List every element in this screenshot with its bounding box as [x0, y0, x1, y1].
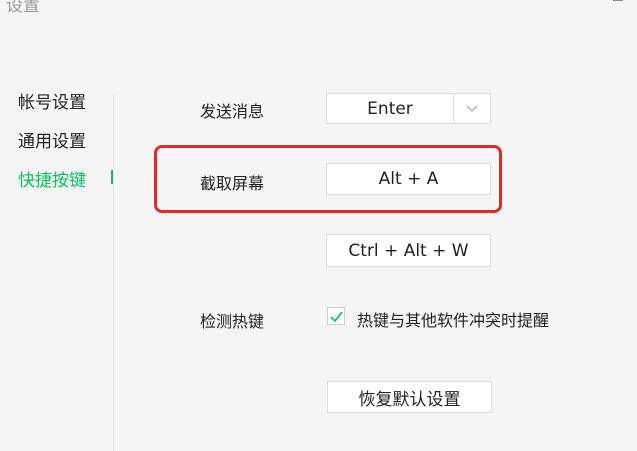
send-message-label: 发送消息 — [200, 102, 265, 121]
hotkey-conflict-label[interactable]: 热键与其他软件冲突时提醒 — [357, 307, 549, 331]
shortcut-field[interactable]: Ctrl + Alt + W — [326, 234, 491, 267]
checkmark-icon — [329, 310, 343, 322]
sidebar-item-account[interactable]: 帐号设置 — [18, 88, 86, 113]
detect-hotkeys-label: 检测热键 — [200, 312, 265, 331]
sidebar-item-shortcuts[interactable]: 快捷按键 — [18, 166, 86, 191]
window-control-icon[interactable] — [613, 0, 623, 1]
sidebar-item-general[interactable]: 通用设置 — [18, 127, 86, 152]
screenshot-shortcut-field[interactable]: Alt + A — [326, 163, 491, 195]
reset-defaults-button[interactable]: 恢复默认设置 — [327, 381, 492, 413]
window-title: 设置 — [6, 0, 40, 16]
send-message-select[interactable]: Enter — [326, 93, 491, 124]
chevron-down-icon[interactable] — [453, 94, 490, 123]
hotkey-conflict-checkbox[interactable] — [327, 307, 345, 325]
send-message-value: Enter — [367, 98, 413, 119]
screenshot-label: 截取屏幕 — [200, 174, 265, 193]
sidebar-divider — [113, 95, 114, 451]
